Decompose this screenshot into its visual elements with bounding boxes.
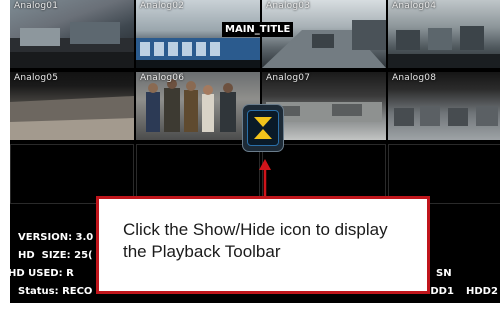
camera-label: Analog07 [266, 73, 311, 83]
camera-tile-analog08[interactable]: Analog08 [388, 72, 500, 140]
camera-label: Analog02 [140, 1, 185, 11]
camera-label: Analog08 [392, 73, 437, 83]
empty-camera-slot[interactable] [388, 144, 500, 204]
hd-used-text: HD USED: R [10, 268, 74, 279]
camera-label: Analog06 [140, 73, 185, 83]
show-hide-icon [247, 110, 279, 146]
temperature-readout: 120 F [124, 306, 159, 317]
camera-label: Analog01 [14, 1, 59, 11]
camera-label: Analog04 [392, 1, 437, 11]
main-title: MAIN_TITLE [222, 22, 294, 37]
empty-camera-slot[interactable] [136, 144, 260, 204]
camera-label: Analog03 [266, 1, 311, 11]
version-text: VERSION: 3.0 [18, 232, 94, 243]
double-chevron-icon [254, 117, 272, 139]
voltage-readout: 12.0V [80, 306, 113, 317]
camera-tile-analog04[interactable]: Analog04 [388, 0, 500, 68]
status-text: Status: RECO [18, 286, 93, 297]
empty-camera-slot[interactable] [262, 144, 386, 204]
serial-number-text: SN [436, 268, 452, 279]
callout-text: Click the Show/Hide icon to display the … [123, 220, 388, 261]
camera-tile-analog05[interactable]: Analog05 [10, 72, 134, 140]
datetime-readout: 05-14-2020 05:27:19pm [186, 306, 325, 317]
instruction-callout: Click the Show/Hide icon to display the … [96, 196, 430, 294]
empty-camera-slot[interactable] [10, 144, 134, 204]
hd-size-text: HD SIZE: 25( [18, 250, 93, 261]
camera-tile-analog01[interactable]: Analog01 [10, 0, 134, 68]
show-hide-toolbar-button[interactable] [242, 104, 284, 152]
speed-readout: 0 MPH [18, 306, 58, 317]
hdd2-status: HDD2 [466, 286, 498, 297]
camera-label: Analog05 [14, 73, 59, 83]
